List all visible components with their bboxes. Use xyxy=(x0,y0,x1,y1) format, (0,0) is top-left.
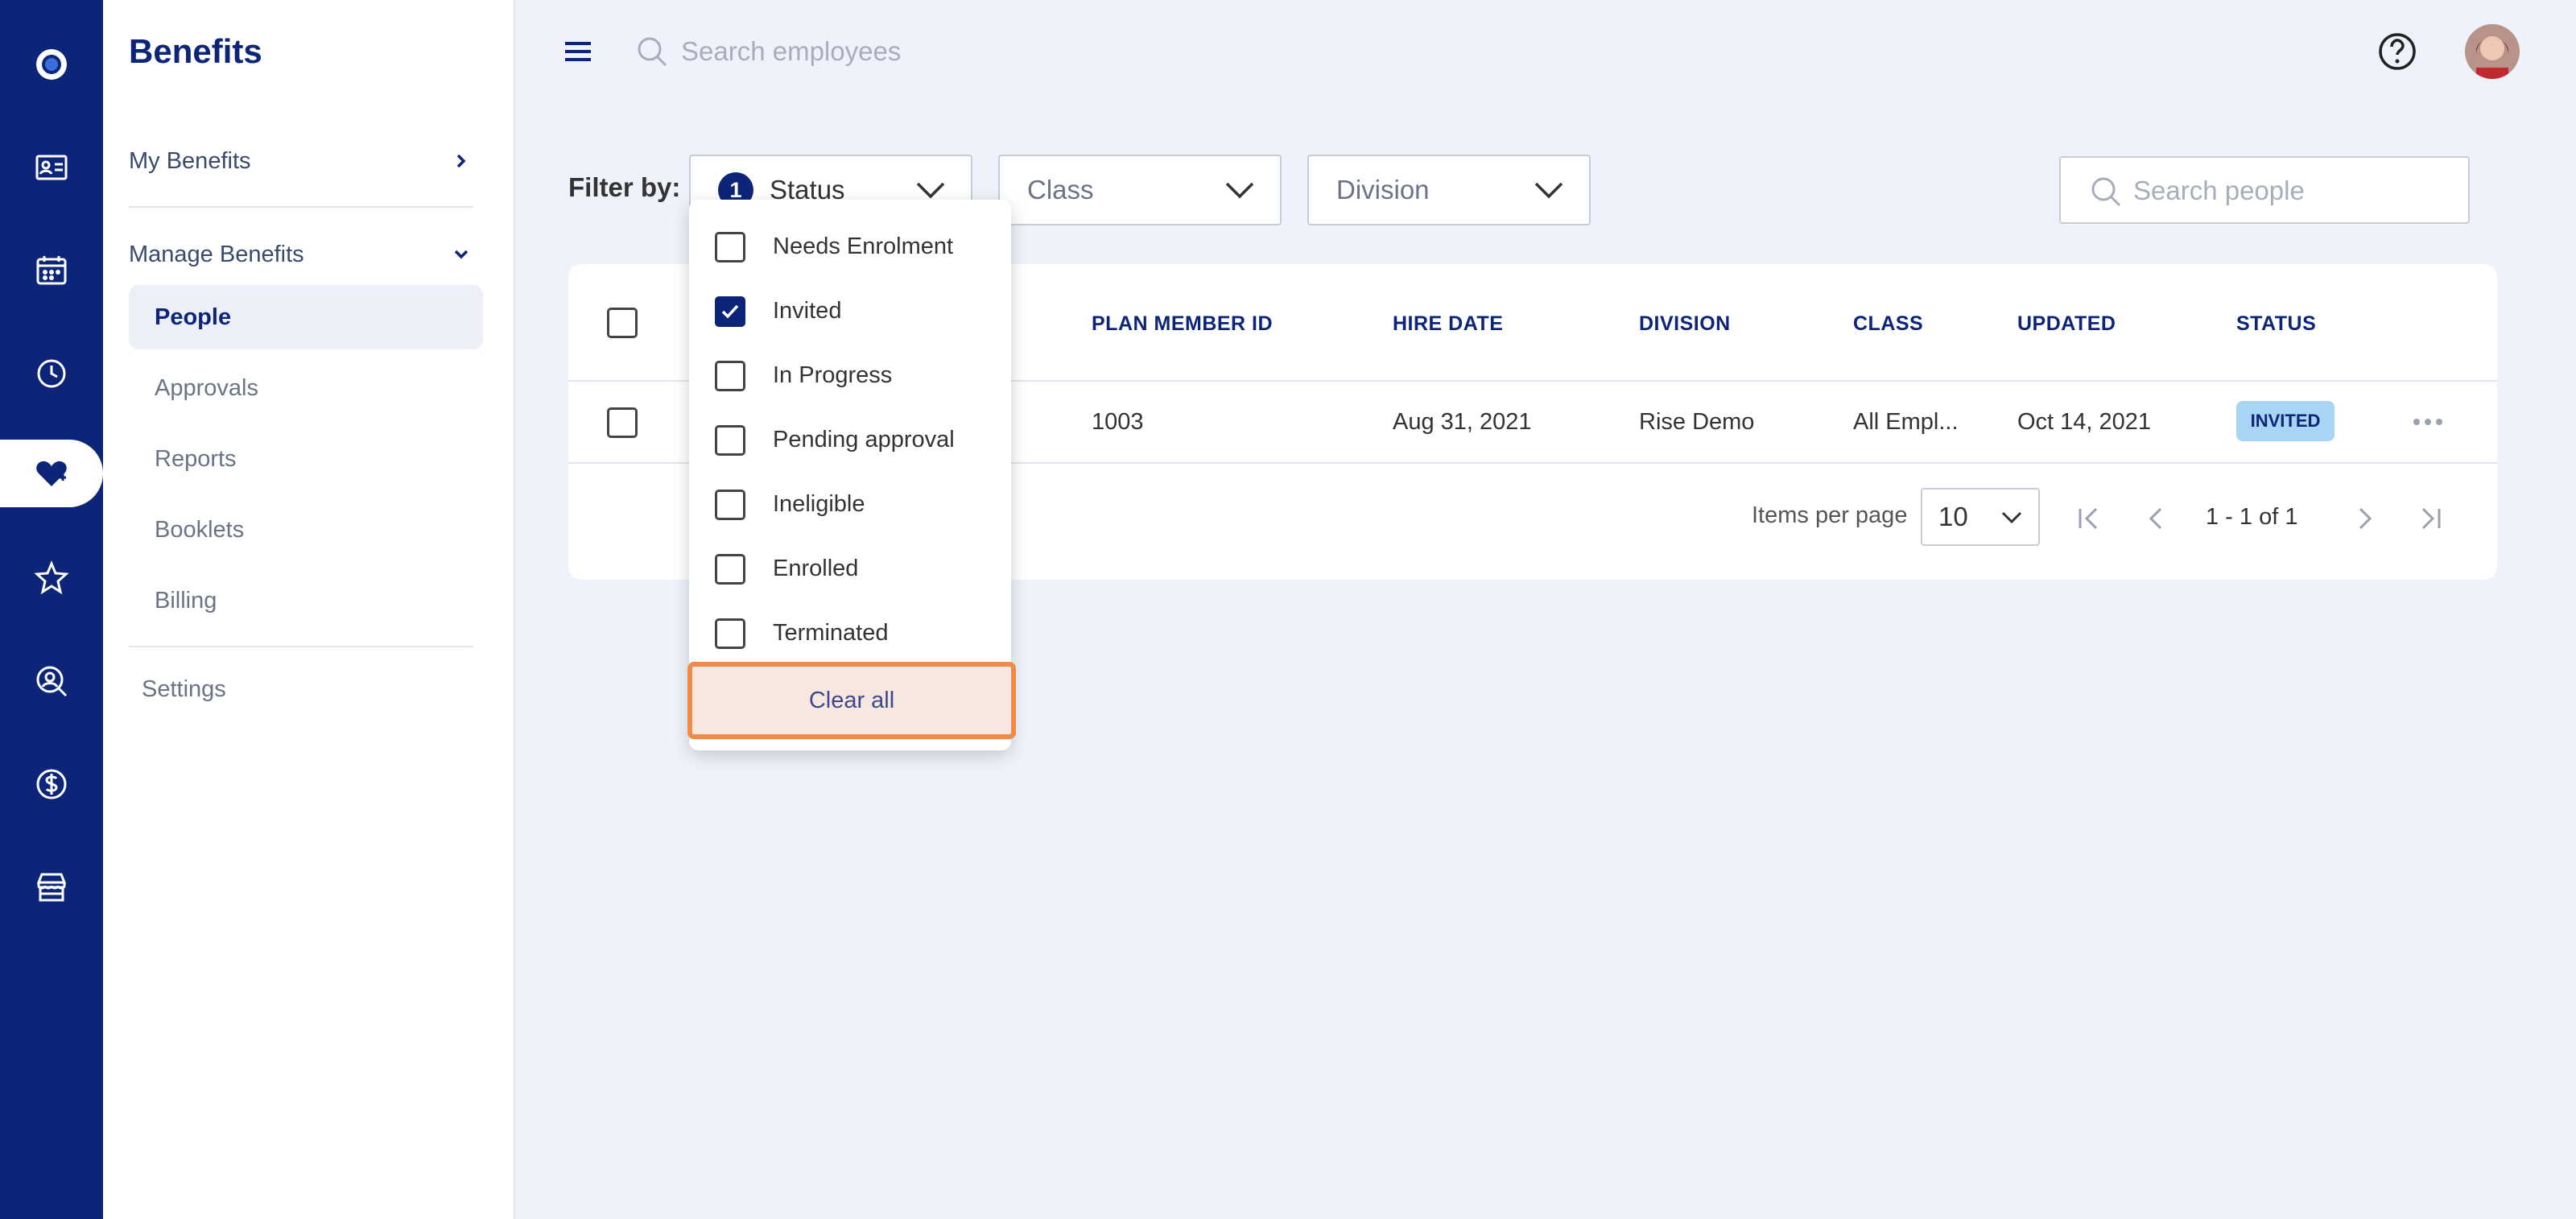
nav-my-benefits-label: My Benefits xyxy=(129,147,251,174)
nav-manage-benefits[interactable]: Manage Benefits xyxy=(129,225,473,283)
icon-rail xyxy=(0,0,103,1219)
id-card-icon[interactable] xyxy=(0,134,103,201)
class-filter-label: Class xyxy=(1027,175,1094,205)
divider xyxy=(129,206,473,208)
cell-updated: Oct 14, 2021 xyxy=(2017,409,2152,435)
status-option-invited[interactable]: Invited xyxy=(689,280,1011,345)
checkbox[interactable] xyxy=(715,232,745,262)
column-header-division[interactable]: DIVISION xyxy=(1639,312,1731,336)
items-per-page-select[interactable]: 10 xyxy=(1921,488,2040,546)
last-page-icon[interactable] xyxy=(2413,502,2446,535)
select-all-checkbox[interactable] xyxy=(607,308,638,338)
column-header-plan-member-id[interactable]: PLAN MEMBER ID xyxy=(1092,312,1273,336)
option-label: Enrolled xyxy=(773,556,859,581)
clear-all-button[interactable]: Clear all xyxy=(687,662,1016,739)
search-icon xyxy=(2091,177,2121,207)
search-icon xyxy=(638,37,667,67)
sidebar: Benefits My Benefits Manage Benefits Peo… xyxy=(103,0,515,1219)
checkbox-checked[interactable] xyxy=(715,296,745,327)
filter-by-label: Filter by: xyxy=(568,172,681,202)
clock-icon[interactable] xyxy=(0,340,103,407)
column-header-updated[interactable]: UPDATED xyxy=(2017,312,2116,336)
checkmark-icon xyxy=(721,304,739,319)
calendar-icon[interactable] xyxy=(0,237,103,304)
more-options-icon[interactable] xyxy=(2410,406,2446,438)
division-filter-select[interactable]: Division xyxy=(1307,155,1591,225)
chevron-down-icon xyxy=(454,250,469,259)
star-icon[interactable] xyxy=(0,544,103,612)
chevron-down-icon xyxy=(2001,511,2022,524)
heart-benefits-icon[interactable] xyxy=(0,440,103,507)
logo-icon[interactable] xyxy=(0,31,103,98)
next-page-icon[interactable] xyxy=(2349,502,2381,535)
help-icon[interactable] xyxy=(2376,31,2418,72)
people-search-box xyxy=(2059,156,2470,224)
checkbox[interactable] xyxy=(715,554,745,585)
division-filter-label: Division xyxy=(1336,175,1430,205)
status-option-terminated[interactable]: Terminated xyxy=(689,602,1011,667)
column-header-status[interactable]: STATUS xyxy=(2236,312,2316,336)
pagination-range: 1 - 1 of 1 xyxy=(2206,504,2298,530)
items-per-page-value: 10 xyxy=(1938,502,1968,531)
column-header-class[interactable]: CLASS xyxy=(1853,312,1923,336)
chevron-down-icon xyxy=(1225,182,1254,199)
store-icon[interactable] xyxy=(0,853,103,921)
first-page-icon[interactable] xyxy=(2074,502,2106,535)
class-filter-select[interactable]: Class xyxy=(998,155,1282,225)
status-option-pending-approval[interactable]: Pending approval xyxy=(689,409,1011,473)
sidebar-item-settings[interactable]: Settings xyxy=(142,676,226,703)
status-option-needs-enrolment[interactable]: Needs Enrolment xyxy=(689,216,1011,280)
column-header-hire-date[interactable]: HIRE DATE xyxy=(1393,312,1503,336)
chevron-right-icon xyxy=(456,154,466,168)
option-label: Invited xyxy=(773,298,842,324)
checkbox[interactable] xyxy=(715,618,745,649)
cell-class: All Empl... xyxy=(1853,409,1959,435)
option-label: In Progress xyxy=(773,362,893,388)
nav-manage-benefits-label: Manage Benefits xyxy=(129,241,304,267)
hamburger-menu-icon[interactable] xyxy=(562,35,594,68)
checkbox[interactable] xyxy=(715,361,745,391)
search-people-input[interactable] xyxy=(2133,171,2455,211)
items-per-page-label: Items per page xyxy=(1752,502,1908,528)
sidebar-item-billing[interactable]: Billing xyxy=(129,568,483,633)
sidebar-item-approvals[interactable]: Approvals xyxy=(129,356,483,420)
chevron-down-icon xyxy=(1534,182,1563,199)
cell-hire-date: Aug 31, 2021 xyxy=(1393,409,1532,435)
status-option-in-progress[interactable]: In Progress xyxy=(689,345,1011,409)
divider xyxy=(129,646,473,647)
cell-plan-member-id: 1003 xyxy=(1092,409,1144,435)
option-label: Ineligible xyxy=(773,491,865,517)
row-select-checkbox[interactable] xyxy=(607,407,638,438)
status-option-enrolled[interactable]: Enrolled xyxy=(689,538,1011,602)
cell-division: Rise Demo xyxy=(1639,409,1755,435)
nav-my-benefits[interactable]: My Benefits xyxy=(129,132,473,190)
app-title: Benefits xyxy=(129,32,262,70)
status-option-ineligible[interactable]: Ineligible xyxy=(689,473,1011,538)
option-label: Pending approval xyxy=(773,427,955,452)
sidebar-item-booklets[interactable]: Booklets xyxy=(129,498,483,562)
option-label: Terminated xyxy=(773,620,889,646)
search-employees-input[interactable] xyxy=(681,32,1164,71)
sidebar-item-people[interactable]: People xyxy=(129,285,483,349)
person-search-icon[interactable] xyxy=(0,647,103,715)
checkbox[interactable] xyxy=(715,425,745,456)
option-label: Needs Enrolment xyxy=(773,233,954,259)
dollar-icon[interactable] xyxy=(0,750,103,818)
status-badge: INVITED xyxy=(2236,401,2334,441)
previous-page-icon[interactable] xyxy=(2140,502,2172,535)
checkbox[interactable] xyxy=(715,490,745,520)
sidebar-item-reports[interactable]: Reports xyxy=(129,427,483,491)
avatar[interactable] xyxy=(2465,24,2520,79)
